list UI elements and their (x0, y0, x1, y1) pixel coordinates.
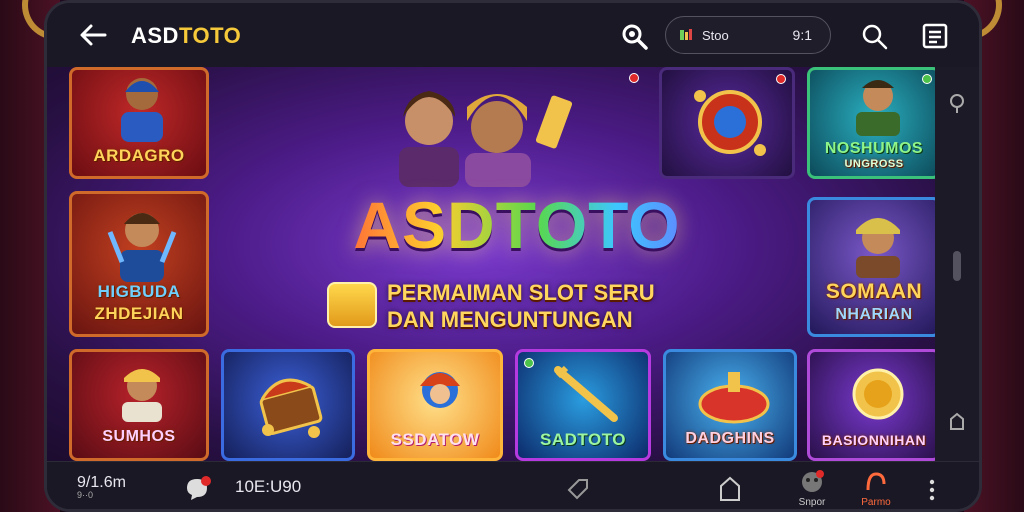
gift-icon (866, 472, 886, 491)
support-tab[interactable]: Snpor (787, 470, 837, 508)
character-figure (420, 372, 460, 408)
tag-icon[interactable] (565, 476, 591, 502)
badge-dot (922, 74, 932, 84)
roulette-wheel-icon (694, 90, 766, 156)
app-title-main: ASD (131, 23, 179, 48)
hero-subtitle-line2: DAN MENGUNTUNGAN (387, 307, 633, 332)
side-rail (935, 67, 979, 461)
game-tile-label: SSDATOW (390, 430, 480, 449)
hero-subtitle-line1: PERMAIMAN SLOT SERU (387, 280, 655, 305)
character-figure (121, 78, 163, 142)
scroll-handle[interactable] (953, 251, 961, 281)
game-tile-label-1: HIGBUDA (97, 282, 181, 301)
footer-time: 10E:U90 (235, 477, 302, 496)
character-figure (856, 218, 900, 278)
game-tile-label-2: UNGROSS (844, 158, 904, 170)
game-tile-noshumos[interactable]: NOSHUMOS UNGROSS (807, 67, 941, 179)
badge-dot (524, 358, 534, 368)
game-tile-sadtoto[interactable]: SADTOTO (515, 349, 651, 461)
hero-title: ASDTOTO (317, 187, 717, 263)
game-tile-ssdatow[interactable]: SSDATOW (367, 349, 503, 461)
game-tile-label-1: SOMAAN (825, 280, 923, 303)
game-tile-label: ARDAGRO (93, 146, 185, 165)
treasure-chest-icon (259, 378, 323, 438)
app-title-accent: TOTO (178, 23, 242, 48)
support-label: Snpor (798, 497, 826, 508)
promo-label: Parmo (861, 497, 891, 508)
game-tile-higbuda[interactable]: HIGBUDA ZHDEJIAN (69, 191, 209, 337)
chat-icon[interactable] (183, 476, 211, 502)
game-tile-label: BASIONNIHAN (821, 432, 927, 448)
bottom-bar: 9/1.6m 9··0 10E:U90 Snpor Parmo (47, 461, 979, 509)
badge-dot (776, 74, 786, 84)
game-tile-label: SUMHOS (102, 428, 176, 445)
support-icon (802, 470, 824, 492)
lock-icon[interactable] (947, 411, 967, 431)
game-tile-label: DADGHINS (685, 430, 775, 447)
game-tile-ardagro[interactable]: ARDAGRO (69, 67, 209, 179)
game-tile-sumhos[interactable]: SUMHOS (69, 349, 209, 461)
sword-icon (554, 365, 618, 422)
back-arrow-icon[interactable] (77, 21, 109, 49)
home-icon[interactable] (717, 474, 743, 502)
phone-screen: ASDTOTO Stoo 9:1 ARDAGRO HIGBUDA ZHDEJIA… (44, 0, 982, 512)
game-tile-label-1: NOSHUMOS (824, 140, 924, 157)
game-lobby: ARDAGRO HIGBUDA ZHDEJIAN SUMHOS SSDATOW … (47, 67, 941, 461)
game-tile-chest[interactable] (221, 349, 355, 461)
footer-balance: 9/1.6m 9··0 (77, 474, 126, 500)
hero-logo-badge (327, 282, 377, 328)
hero-badge-dot (629, 73, 639, 83)
hero-subtitle: PERMAIMAN SLOT SERU DAN MENGUNTUNGAN (387, 279, 717, 333)
game-tile-dadghins[interactable]: DADGHINS (663, 349, 797, 461)
character-figure (122, 369, 162, 422)
game-tile-label-2: NHARIAN (835, 306, 913, 323)
app-title: ASDTOTO (131, 23, 241, 49)
search-coin-icon[interactable] (621, 23, 649, 51)
search-icon[interactable] (861, 23, 889, 51)
top-bar: ASDTOTO Stoo 9:1 (47, 3, 979, 67)
balance-value: 9:1 (792, 27, 812, 43)
more-icon[interactable] (927, 478, 937, 502)
hero-characters (399, 91, 573, 187)
coin-icon (852, 368, 904, 420)
balance-pill[interactable]: Stoo 9:1 (665, 16, 831, 54)
character-figure (107, 213, 177, 282)
game-tile-roulette[interactable] (659, 67, 795, 179)
game-tile-label: SADTOTO (540, 430, 626, 449)
game-tile-somaan[interactable]: SOMAAN NHARIAN (807, 197, 941, 337)
character-figure (856, 80, 900, 136)
ship-icon (698, 372, 770, 424)
user-icon[interactable] (947, 93, 967, 115)
balance-label: Stoo (702, 27, 729, 43)
promo-tab[interactable]: Parmo (851, 470, 901, 508)
game-tile-label-2: ZHDEJIAN (94, 304, 184, 323)
game-tile-basionnihan[interactable]: BASIONNIHAN (807, 349, 941, 461)
wallet-icon (680, 29, 692, 40)
menu-icon[interactable] (921, 22, 949, 50)
